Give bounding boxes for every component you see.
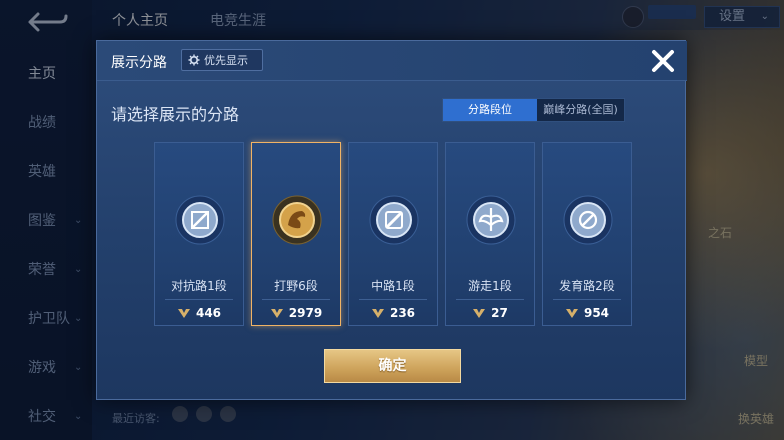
lane-card-label: 发育路2段 (559, 279, 615, 293)
modal-title: 展示分路 (111, 55, 167, 71)
lane-card-jungle[interactable]: 打野6段 2979 (251, 142, 341, 326)
lane-card-roam[interactable]: 游走1段 27 (445, 142, 535, 326)
lane-card-label: 打野6段 (274, 279, 318, 293)
lane-card-score: 2979 (252, 303, 340, 323)
tab-lane-rank[interactable]: 分路段位 (443, 99, 537, 121)
lane-card-farm[interactable]: 发育路2段 954 (542, 142, 632, 326)
lane-card-score: 954 (543, 303, 631, 323)
tab-peak-lane-national[interactable]: 巅峰分路(全国) (537, 99, 624, 121)
jungle-emblem-icon (272, 195, 322, 245)
priority-display-button[interactable]: 优先显示 (181, 49, 263, 71)
rank-points-icon (177, 309, 190, 318)
lane-display-modal: 展示分路 优先显示 请选择展示的分路 分路段位 巅峰分路(全国) 对抗路1段 4… (96, 40, 687, 400)
card-divider (165, 299, 233, 300)
card-divider (456, 299, 524, 300)
roam-emblem-icon (466, 195, 516, 245)
card-divider (262, 299, 330, 300)
card-divider (359, 299, 427, 300)
mid-lane-emblem-icon (369, 195, 419, 245)
lane-card-label: 对抗路1段 (171, 279, 227, 293)
rank-points-icon (473, 309, 486, 318)
farm-lane-emblem-icon (563, 195, 613, 245)
confirm-button[interactable]: 确定 (324, 349, 461, 383)
rank-points-icon (371, 309, 384, 318)
rank-points-icon (565, 309, 578, 318)
card-divider (553, 299, 621, 300)
lane-card-mid[interactable]: 中路1段 236 (348, 142, 438, 326)
lane-card-score: 446 (155, 303, 243, 323)
gear-icon (188, 54, 200, 66)
lane-card-label: 游走1段 (468, 279, 512, 293)
lane-card-score: 236 (349, 303, 437, 323)
modal-header: 展示分路 优先显示 (97, 41, 687, 81)
lane-mode-toggle: 分路段位 巅峰分路(全国) (442, 98, 625, 122)
rank-points-icon (270, 309, 283, 318)
close-icon[interactable] (649, 47, 677, 75)
select-lane-prompt: 请选择展示的分路 (111, 105, 240, 124)
lane-card-score: 27 (446, 303, 534, 323)
clash-lane-emblem-icon (175, 195, 225, 245)
lane-card-label: 中路1段 (371, 279, 415, 293)
lane-card-clash[interactable]: 对抗路1段 446 (154, 142, 244, 326)
